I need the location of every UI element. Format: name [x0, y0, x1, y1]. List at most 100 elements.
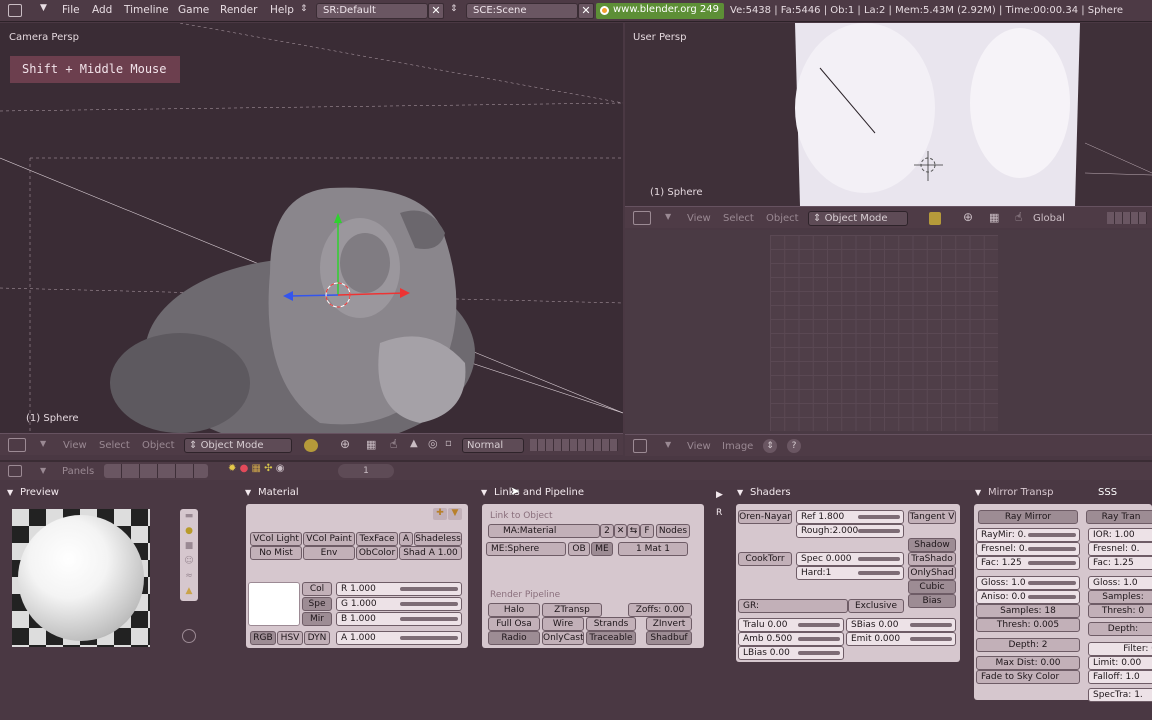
onlyshad-toggle[interactable]: OnlyShad: [908, 566, 956, 580]
transp-depth-field[interactable]: Depth:: [1088, 622, 1152, 636]
no-mist-toggle[interactable]: No Mist: [250, 546, 302, 560]
panel-title[interactable]: Material: [242, 484, 470, 502]
specular-shader-selector[interactable]: CookTorr: [738, 552, 792, 566]
window-type-icon[interactable]: [633, 211, 651, 225]
fade-to-sky-selector[interactable]: Fade to Sky Color: [976, 670, 1080, 684]
shadow-alpha-field[interactable]: Shad A 1.00: [399, 546, 462, 560]
bias-toggle[interactable]: Bias: [908, 594, 956, 608]
chevron-down-icon[interactable]: ▼: [40, 466, 46, 475]
pin-icon[interactable]: ✚: [433, 508, 447, 520]
menu-view[interactable]: View: [687, 213, 711, 224]
pin-icon[interactable]: ▼: [448, 508, 462, 520]
fake-user-toggle[interactable]: F: [640, 524, 654, 538]
tangent-v-toggle[interactable]: Tangent V: [908, 510, 956, 524]
menu-object[interactable]: Object: [766, 213, 799, 224]
limit-slider[interactable]: Limit: 0.00: [1088, 656, 1152, 670]
col-tab[interactable]: Col: [302, 582, 332, 596]
filter-slider[interactable]: Filter: 0: [1088, 642, 1152, 656]
obcolor-toggle[interactable]: ObColor: [356, 546, 398, 560]
menu-add[interactable]: Add: [92, 4, 112, 16]
layer-buttons[interactable]: [530, 439, 618, 451]
mir-tab[interactable]: Mir: [302, 612, 332, 626]
orientation-label[interactable]: Global: [1033, 213, 1065, 224]
samples-field[interactable]: Samples: 18: [976, 604, 1080, 618]
sss-tab[interactable]: SSS: [1098, 484, 1117, 502]
alpha-toggle[interactable]: A: [399, 532, 413, 546]
draw-type-icon[interactable]: [304, 439, 318, 452]
ray-mirror-toggle[interactable]: Ray Mirror: [978, 510, 1078, 524]
menu-help[interactable]: Help: [270, 4, 294, 16]
chevron-down-icon[interactable]: ▼: [665, 440, 671, 449]
hand-icon[interactable]: ☝: [390, 437, 397, 451]
window-type-icon[interactable]: [8, 465, 22, 477]
blender-url[interactable]: www.blender.org 249: [596, 3, 724, 19]
layer-buttons[interactable]: [1107, 212, 1147, 224]
menu-select[interactable]: Select: [723, 213, 754, 224]
layers-icon[interactable]: ▦: [366, 438, 376, 451]
panel-title[interactable]: Preview: [4, 484, 236, 502]
material-datablock-field[interactable]: MA:Material: [488, 524, 600, 538]
menu-render[interactable]: Render: [220, 4, 257, 16]
panel-title[interactable]: Shaders: [734, 484, 964, 502]
zinvert-toggle[interactable]: ZInvert: [646, 617, 692, 631]
orientation-selector[interactable]: Normal: [462, 438, 524, 453]
transp-samples-field[interactable]: Samples:: [1088, 590, 1152, 604]
shadbuf-toggle[interactable]: Shadbuf: [646, 631, 692, 645]
link-mesh-button[interactable]: ME: [591, 542, 613, 556]
window-type-icon[interactable]: [8, 4, 22, 17]
menu-select[interactable]: Select: [99, 440, 130, 451]
chevron-down-icon[interactable]: ▼: [665, 212, 671, 221]
zoffs-field[interactable]: Zoffs: 0.00: [628, 603, 692, 617]
pivot-icon[interactable]: ⊕: [963, 210, 973, 224]
subcontext-tabs[interactable]: ✹ ● ▦ ✣ ◉: [228, 463, 318, 478]
mode-selector[interactable]: ⇕ Object Mode: [808, 211, 908, 226]
preview-type-buttons[interactable]: ▬ ● ■ ☺ ≈ ▲: [180, 509, 198, 601]
scene-browse-icon[interactable]: ⇕: [450, 4, 458, 14]
rgb-mode-button[interactable]: RGB: [250, 631, 276, 645]
transp-fac-slider[interactable]: Fac: 1.25: [1088, 556, 1152, 570]
radio-toggle[interactable]: Radio: [488, 631, 540, 645]
layers-icon[interactable]: ▦: [989, 211, 999, 224]
chevron-down-icon[interactable]: ▼: [40, 3, 47, 13]
vcol-paint-toggle[interactable]: VCol Paint: [303, 532, 355, 546]
user-persp-viewport[interactable]: User Persp (1) Sphere: [625, 23, 1152, 206]
auto-name-icon[interactable]: ⇆: [627, 524, 640, 538]
wire-toggle[interactable]: Wire: [542, 617, 584, 631]
depth-field[interactable]: Depth: 2: [976, 638, 1080, 652]
dyn-mode-button[interactable]: DYN: [304, 631, 330, 645]
material-index-field[interactable]: 1 Mat 1: [618, 542, 688, 556]
context-tabs[interactable]: [104, 464, 208, 478]
window-type-icon[interactable]: [8, 438, 26, 452]
menu-view[interactable]: View: [687, 441, 711, 452]
uv-image-editor[interactable]: [625, 230, 1152, 434]
halo-toggle[interactable]: Halo: [488, 603, 540, 617]
preview-render-icon[interactable]: [182, 629, 196, 643]
help-icon[interactable]: ?: [787, 439, 801, 453]
mesh-datablock-field[interactable]: ME:Sphere: [486, 542, 566, 556]
scale-icon[interactable]: ▫: [445, 438, 452, 449]
browse-image-icon[interactable]: ⇕: [763, 439, 777, 453]
pivot-icon[interactable]: ⊕: [340, 437, 350, 451]
max-dist-field[interactable]: Max Dist: 0.00: [976, 656, 1080, 670]
translate-icon[interactable]: ▲: [410, 438, 418, 449]
material-users-count[interactable]: 2: [600, 524, 614, 538]
screen-browse-icon[interactable]: ⇕: [300, 4, 308, 14]
menu-object[interactable]: Object: [142, 440, 175, 451]
shadeless-toggle[interactable]: Shadeless: [414, 532, 462, 546]
hand-icon[interactable]: ☝: [1015, 210, 1022, 224]
mirror-transp-tab[interactable]: Mirror Transp: [988, 487, 1053, 498]
exclusive-toggle[interactable]: Exclusive: [848, 599, 904, 613]
camera-viewport[interactable]: Camera Persp Shift + Middle Mouse (1) Sp…: [0, 23, 623, 433]
unlink-icon[interactable]: ✕: [614, 524, 627, 538]
chevron-down-icon[interactable]: ▼: [40, 439, 46, 448]
menu-panels[interactable]: Panels: [62, 466, 94, 477]
menu-file[interactable]: File: [62, 4, 80, 16]
draw-type-icon[interactable]: [929, 212, 941, 225]
strands-toggle[interactable]: Strands: [586, 617, 636, 631]
env-toggle[interactable]: Env: [303, 546, 355, 560]
texface-toggle[interactable]: TexFace: [356, 532, 398, 546]
shadow-toggle[interactable]: Shadow: [908, 538, 956, 552]
screen-selector[interactable]: SR:Default: [316, 3, 428, 19]
transp-gloss-slider[interactable]: Gloss: 1.0: [1088, 576, 1152, 590]
color-swatches[interactable]: [248, 582, 300, 626]
